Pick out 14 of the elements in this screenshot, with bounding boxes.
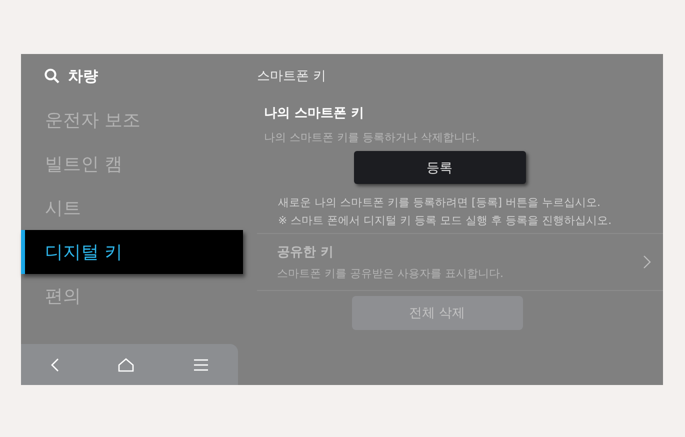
register-button[interactable]: 등록	[354, 151, 526, 184]
home-icon[interactable]	[118, 358, 134, 372]
sidebar-title: 차량	[68, 66, 98, 86]
page-title: 스마트폰 키	[257, 68, 328, 86]
note-text: 새로운 나의 스마트폰 키를 등록하려면 [등록] 버튼을 누르십시오.	[278, 195, 602, 211]
section-title: 나의 스마트폰 키	[264, 105, 366, 122]
section-description: 나의 스마트폰 키를 등록하거나 삭제합니다.	[264, 130, 480, 145]
back-icon[interactable]	[50, 358, 60, 372]
note-text: ※ 스마트 폰에서 디지털 키 등록 모드 실행 후 등록을 진행하십시오.	[278, 213, 613, 229]
menu-icon[interactable]	[192, 358, 209, 372]
search-icon[interactable]	[44, 68, 60, 84]
chevron-icon	[643, 255, 651, 269]
sidebar-item[interactable]: 디지털 키	[21, 230, 243, 274]
row-title: 공유한 키	[277, 244, 335, 261]
